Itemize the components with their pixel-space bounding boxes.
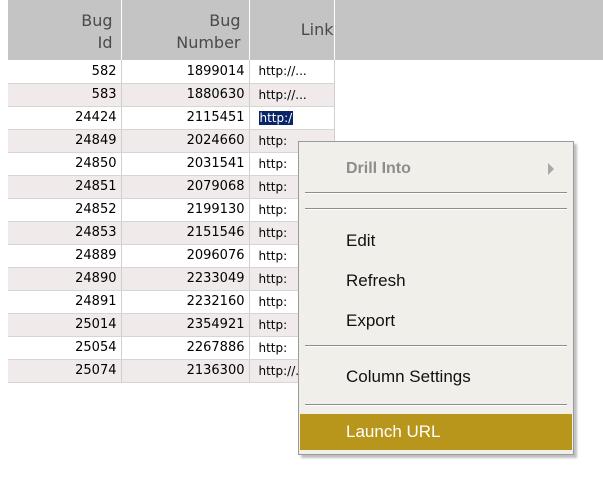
cell-bug-id[interactable]: 25074: [8, 359, 122, 383]
menu-separator: [305, 345, 567, 347]
table-row[interactable]: 24891 2232160 http:: [8, 290, 335, 314]
cell-bug-number[interactable]: 2151546: [121, 221, 250, 245]
cell-bug-number[interactable]: 2199130: [121, 198, 250, 222]
cell-bug-number[interactable]: 1880630: [121, 83, 250, 107]
cell-bug-id[interactable]: 583: [8, 83, 122, 107]
table-row[interactable]: 582 1899014 http://...: [8, 60, 335, 84]
cell-link[interactable]: http:/: [249, 106, 335, 130]
table-row[interactable]: 25074 2136300 http://...: [8, 359, 335, 383]
column-header-bug-id[interactable]: Bug Id: [8, 0, 122, 60]
table-row[interactable]: 24424 2115451 http:/: [8, 106, 335, 130]
cell-bug-number[interactable]: 2115451: [121, 106, 250, 130]
cell-bug-id[interactable]: 24852: [8, 198, 122, 222]
menu-item-label: Refresh: [346, 271, 406, 290]
cell-bug-id[interactable]: 24424: [8, 106, 122, 130]
menu-separator: [305, 404, 567, 406]
cell-link[interactable]: http://...: [249, 83, 335, 107]
table-row[interactable]: 24849 2024660 http:: [8, 129, 335, 153]
table-row[interactable]: 583 1880630 http://...: [8, 83, 335, 107]
cell-bug-number[interactable]: 2031541: [121, 152, 250, 176]
menu-item-label: Launch URL: [346, 422, 441, 441]
table-row[interactable]: 24851 2079068 http:: [8, 175, 335, 199]
column-header-bug-number[interactable]: Bug Number: [121, 0, 250, 60]
cell-bug-number[interactable]: 1899014: [121, 60, 250, 84]
menu-item-edit[interactable]: Edit: [300, 222, 572, 260]
menu-item-export[interactable]: Export: [300, 302, 572, 340]
cell-bug-number[interactable]: 2233049: [121, 267, 250, 291]
table-row[interactable]: 24852 2199130 http:: [8, 198, 335, 222]
cell-bug-id[interactable]: 24853: [8, 221, 122, 245]
column-header-line: Link: [300, 20, 334, 39]
submenu-arrow-icon: [548, 163, 554, 175]
menu-separator: [305, 208, 567, 210]
cell-bug-number[interactable]: 2267886: [121, 336, 250, 360]
cell-bug-id[interactable]: 24890: [8, 267, 122, 291]
cell-bug-id[interactable]: 25054: [8, 336, 122, 360]
cell-bug-id[interactable]: 24889: [8, 244, 122, 268]
table-row[interactable]: 24853 2151546 http:: [8, 221, 335, 245]
column-header-link[interactable]: Link: [249, 0, 335, 60]
menu-item-drill-into: Drill Into: [300, 150, 572, 188]
cell-bug-number[interactable]: 2096076: [121, 244, 250, 268]
cell-bug-id[interactable]: 25014: [8, 313, 122, 337]
selected-link-text[interactable]: http:/: [258, 110, 294, 125]
cell-bug-id[interactable]: 24851: [8, 175, 122, 199]
cell-bug-number[interactable]: 2136300: [121, 359, 250, 383]
table-row[interactable]: 25014 2354921 http:: [8, 313, 335, 337]
column-header-line: Bug: [81, 11, 113, 30]
cell-bug-number[interactable]: 2232160: [121, 290, 250, 314]
menu-item-refresh[interactable]: Refresh: [300, 262, 572, 300]
column-header-line: Number: [176, 33, 241, 52]
menu-item-column-settings[interactable]: Column Settings: [300, 358, 572, 396]
column-header-line: Bug: [209, 11, 241, 30]
cell-bug-id[interactable]: 24849: [8, 129, 122, 153]
cell-bug-id[interactable]: 24891: [8, 290, 122, 314]
table-row[interactable]: 24889 2096076 http:: [8, 244, 335, 268]
column-header-line: Id: [97, 33, 113, 52]
menu-item-label: Column Settings: [346, 367, 471, 386]
menu-item-label: Drill Into: [346, 160, 411, 177]
context-menu: Drill Into Edit Refresh Export Column Se…: [298, 141, 574, 455]
menu-separator: [305, 192, 567, 194]
menu-item-label: Export: [346, 311, 396, 330]
cell-bug-id[interactable]: 582: [8, 60, 122, 84]
cell-bug-id[interactable]: 24850: [8, 152, 122, 176]
table-row[interactable]: 24890 2233049 http:: [8, 267, 335, 291]
table-row[interactable]: 25054 2267886 http:: [8, 336, 335, 360]
cell-bug-number[interactable]: 2024660: [121, 129, 250, 153]
cell-bug-number[interactable]: 2354921: [121, 313, 250, 337]
table-row[interactable]: 24850 2031541 http:: [8, 152, 335, 176]
menu-item-launch-url[interactable]: Launch URL: [300, 414, 572, 450]
bug-table: Bug Id Bug Number Link 582 1899014 http://…: [8, 0, 335, 383]
menu-item-label: Edit: [346, 231, 376, 250]
cell-link[interactable]: http://...: [249, 60, 335, 84]
cell-bug-number[interactable]: 2079068: [121, 175, 250, 199]
